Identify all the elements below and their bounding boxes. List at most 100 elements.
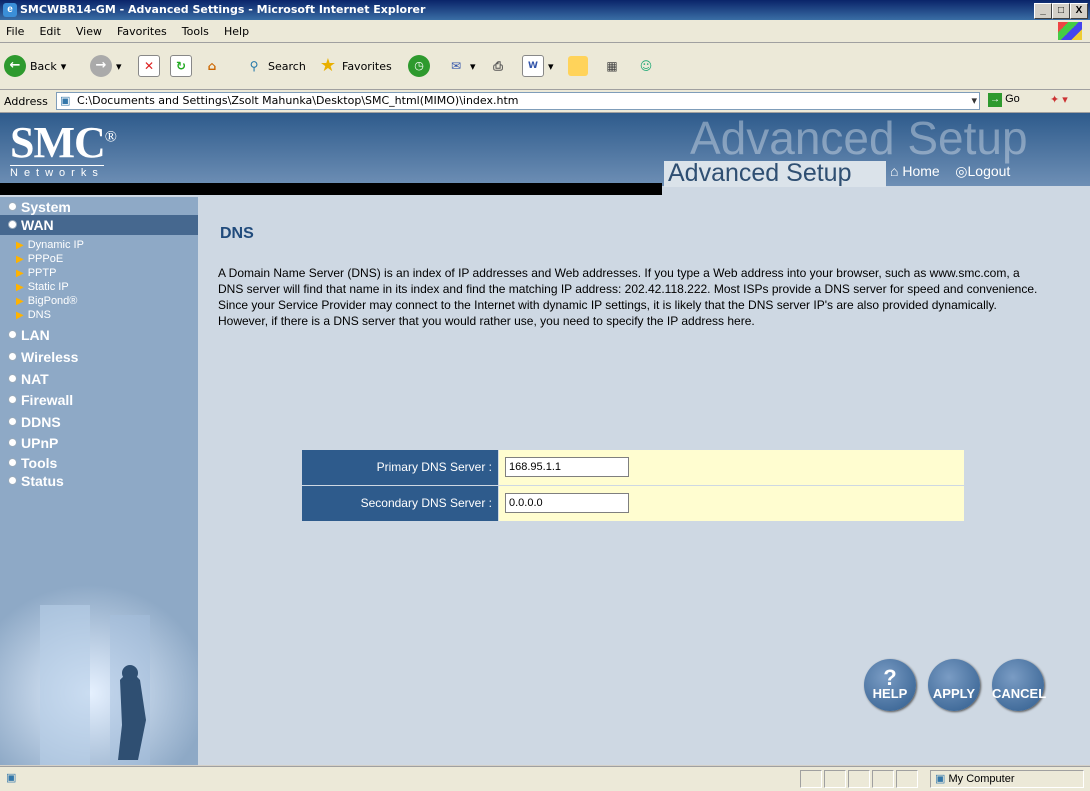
- sidebar-item-status[interactable]: Status: [8, 473, 64, 489]
- bullet-icon: [8, 395, 17, 404]
- section-title: DNS: [220, 225, 254, 242]
- secondary-dns-cell: [499, 486, 964, 521]
- address-label: Address: [4, 95, 48, 108]
- secondary-dns-input[interactable]: [505, 493, 629, 513]
- description-text: A Domain Name Server (DNS) is an index o…: [218, 266, 1038, 328]
- bullet-icon: [8, 220, 17, 229]
- triangle-icon: ▶: [16, 282, 24, 293]
- sidebar-item-upnp[interactable]: UPnP: [8, 435, 58, 451]
- apply-button[interactable]: APPLY: [928, 659, 980, 711]
- sidebar-sub-dynamic-ip[interactable]: ▶ Dynamic IP: [16, 239, 84, 251]
- sidebar-sub-dns[interactable]: ▶ DNS: [16, 309, 51, 321]
- primary-dns-input[interactable]: [505, 457, 629, 477]
- logout-link[interactable]: ◎Logout: [955, 163, 1010, 179]
- sidebar-sub-bigpond[interactable]: ▶ BigPond®: [16, 295, 77, 307]
- status-pane: [848, 770, 870, 788]
- triangle-icon: ▶: [16, 240, 24, 251]
- search-button[interactable]: ⚲ Search: [244, 51, 306, 81]
- menu-bar: File Edit View Favorites Tools Help: [0, 20, 1090, 43]
- menu-view[interactable]: View: [70, 20, 108, 38]
- print-icon[interactable]: ⎙: [488, 56, 508, 76]
- home-icon: ⌂: [890, 163, 899, 179]
- bullet-icon: [8, 202, 17, 211]
- sidebar-item-nat[interactable]: NAT: [8, 371, 49, 387]
- bullet-icon: [8, 438, 17, 447]
- maximize-button[interactable]: □: [1052, 3, 1070, 19]
- sidebar-sub-pptp[interactable]: ▶ PPTP: [16, 267, 56, 279]
- sidebar-item-firewall[interactable]: Firewall: [8, 392, 73, 408]
- networks-label: Networks: [10, 165, 104, 179]
- links-icon[interactable]: ✦ ▾: [1050, 93, 1068, 106]
- back-arrow-icon: ←: [4, 55, 26, 77]
- sidebar-item-lan[interactable]: LAN: [8, 327, 50, 343]
- minimize-button[interactable]: _: [1034, 3, 1052, 19]
- status-pane: [824, 770, 846, 788]
- header-links: ⌂ Home ◎Logout: [890, 163, 1010, 180]
- sidebar-item-wan[interactable]: WAN: [8, 217, 54, 233]
- windows-logo-icon: [1058, 22, 1082, 40]
- menu-favorites[interactable]: Favorites: [111, 20, 173, 38]
- triangle-icon: ▶: [16, 310, 24, 321]
- dns-settings-table: Primary DNS Server : Secondary DNS Serve…: [302, 450, 964, 522]
- toolbar: ← Back ▾ → ▾ ✕ ↻ ⌂ ⚲ Search ★ Favorites ◷ …: [0, 43, 1090, 90]
- search-icon: ⚲: [249, 59, 259, 73]
- logout-icon: ◎: [955, 163, 968, 179]
- status-bar: ▣ ▣ My Computer: [0, 766, 1090, 791]
- sidebar-photo: [0, 585, 198, 765]
- bullet-icon: [8, 374, 17, 383]
- secondary-dns-label: Secondary DNS Server :: [302, 486, 498, 521]
- triangle-icon: ▶: [16, 254, 24, 265]
- history-icon[interactable]: ◷: [408, 55, 430, 77]
- window-title: SMCWBR14-GM - Advanced Settings - Micros…: [20, 3, 426, 16]
- menu-edit[interactable]: Edit: [33, 20, 66, 38]
- primary-dns-cell: [499, 450, 964, 485]
- stop-icon[interactable]: ✕: [138, 55, 160, 77]
- messenger-icon[interactable]: ☺: [636, 56, 656, 76]
- menu-file[interactable]: File: [0, 20, 30, 38]
- question-icon: ?: [883, 665, 897, 690]
- header-divider: [0, 183, 662, 195]
- sidebar-item-tools[interactable]: Tools: [8, 455, 57, 471]
- menu-tools[interactable]: Tools: [176, 20, 215, 38]
- computer-icon: ▣: [935, 773, 946, 785]
- status-pane: [800, 770, 822, 788]
- sidebar-item-wireless[interactable]: Wireless: [8, 349, 78, 365]
- favorites-button[interactable]: ★ Favorites: [318, 51, 392, 81]
- main-content: DNS A Domain Name Server (DNS) is an ind…: [198, 197, 1090, 765]
- ie-icon: e: [3, 3, 17, 17]
- page-icon: ▣: [60, 94, 71, 107]
- mail-icon[interactable]: ✉: [446, 56, 466, 76]
- dropdown-icon[interactable]: ▾: [971, 93, 977, 109]
- home-icon[interactable]: ⌂: [202, 56, 222, 76]
- address-bar: Address ▣ C:\Documents and Settings\Zsol…: [0, 90, 1090, 113]
- cancel-button[interactable]: CANCEL: [992, 659, 1046, 711]
- primary-dns-label: Primary DNS Server :: [302, 450, 498, 485]
- bullet-icon: [8, 352, 17, 361]
- help-button[interactable]: ? HELP: [864, 659, 916, 711]
- folder-icon[interactable]: [568, 56, 588, 76]
- sidebar-item-system[interactable]: System: [8, 199, 71, 215]
- forward-button[interactable]: → ▾: [90, 51, 122, 81]
- research-icon[interactable]: ▦: [602, 56, 622, 76]
- go-button[interactable]: → Go: [988, 93, 1020, 107]
- refresh-icon[interactable]: ↻: [170, 55, 192, 77]
- bullet-icon: [8, 458, 17, 467]
- home-link[interactable]: ⌂ Home: [890, 163, 940, 179]
- back-button[interactable]: ← Back ▾: [4, 51, 66, 81]
- status-pane: [872, 770, 894, 788]
- status-pane: [896, 770, 918, 788]
- title-bar: e SMCWBR14-GM - Advanced Settings - Micr…: [0, 0, 1090, 20]
- close-button[interactable]: X: [1070, 3, 1088, 19]
- sidebar-sub-static-ip[interactable]: ▶ Static IP: [16, 281, 69, 293]
- sidebar-item-ddns[interactable]: DDNS: [8, 414, 61, 430]
- address-input[interactable]: ▣ C:\Documents and Settings\Zsolt Mahunk…: [56, 92, 980, 110]
- smc-logo: SMC®: [10, 118, 117, 167]
- triangle-icon: ▶: [16, 296, 24, 307]
- zone-pane: ▣ My Computer: [930, 770, 1084, 788]
- page-status-icon: ▣: [6, 772, 17, 784]
- sidebar-sub-pppoe[interactable]: ▶ PPPoE: [16, 253, 63, 265]
- edit-icon[interactable]: W: [522, 55, 544, 77]
- star-icon: ★: [319, 55, 337, 76]
- triangle-icon: ▶: [16, 268, 24, 279]
- menu-help[interactable]: Help: [218, 20, 255, 38]
